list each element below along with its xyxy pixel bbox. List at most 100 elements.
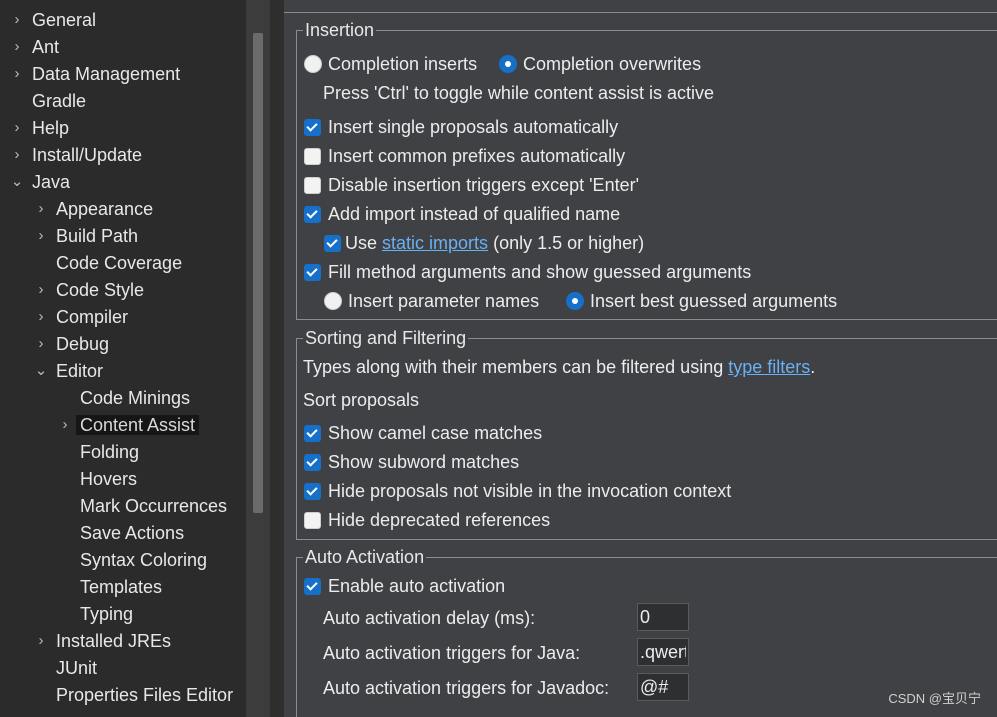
chevron-down-icon[interactable]: ⌄ — [34, 358, 48, 384]
chevron-right-icon[interactable]: › — [34, 331, 48, 357]
param-names-label[interactable]: Insert parameter names — [348, 288, 539, 314]
tree-item-help[interactable]: › Help — [15, 115, 70, 141]
type-filters-row: Types along with their members can be fi… — [303, 354, 815, 380]
hide-not-visible-checkbox[interactable] — [304, 483, 321, 500]
tree-item-typing[interactable]: Typing — [80, 601, 133, 627]
chevron-right-icon[interactable]: › — [10, 7, 24, 33]
preferences-tree: › General › Ant › Data Management Gradle › Help ›… — [0, 0, 246, 717]
type-filters-link[interactable]: type filters — [728, 357, 810, 377]
tree-item-code-style[interactable]: › Code Style — [39, 277, 145, 303]
tree-item-label: Save Actions — [80, 523, 185, 543]
tree-item-gradle[interactable]: Gradle — [32, 88, 86, 114]
fill-args-checkbox[interactable] — [304, 264, 321, 281]
tree-item-templates[interactable]: Templates — [80, 574, 162, 600]
types-suffix: . — [810, 357, 816, 377]
add-import-checkbox[interactable] — [304, 206, 321, 223]
java-triggers-input[interactable] — [637, 638, 689, 666]
insert-single-label[interactable]: Insert single proposals automatically — [328, 114, 618, 140]
camel-case-checkbox[interactable] — [304, 425, 321, 442]
tree-item-installed-jres[interactable]: › Installed JREs — [39, 628, 172, 654]
completion-inserts-radio[interactable] — [304, 55, 322, 73]
disable-triggers-checkbox[interactable] — [304, 177, 321, 194]
tree-item-label: Code Coverage — [56, 253, 183, 273]
completion-overwrites-radio[interactable] — [499, 55, 517, 73]
tree-item-label: Code Minings — [80, 388, 191, 408]
tree-item-label: Code Style — [56, 280, 145, 300]
chevron-right-icon[interactable]: › — [34, 277, 48, 303]
static-imports-checkbox[interactable] — [324, 235, 341, 252]
tree-item-data-management[interactable]: › Data Management — [15, 61, 181, 87]
tree-item-content-assist[interactable]: › Content Assist — [63, 412, 200, 438]
use-label[interactable]: Use — [345, 233, 377, 253]
chevron-right-icon[interactable]: › — [10, 34, 24, 60]
tree-item-build-path[interactable]: › Build Path — [39, 223, 139, 249]
add-import-label[interactable]: Add import instead of qualified name — [328, 201, 620, 227]
tree-item-label: Help — [32, 118, 70, 138]
tree-item-install-update[interactable]: › Install/Update — [15, 142, 143, 168]
tree-item-label: General — [32, 10, 97, 30]
tree-item-label: Typing — [80, 604, 134, 624]
tree-item-properties-files-editor[interactable]: Properties Files Editor — [56, 682, 233, 708]
tree-item-label: Debug — [56, 334, 110, 354]
disable-triggers-label[interactable]: Disable insertion triggers except 'Enter… — [328, 172, 639, 198]
tree-item-hovers[interactable]: Hovers — [80, 466, 137, 492]
static-imports-link[interactable]: static imports — [382, 233, 488, 253]
header-divider — [284, 12, 997, 13]
delay-input[interactable] — [637, 603, 689, 631]
insert-prefixes-checkbox[interactable] — [304, 148, 321, 165]
tree-item-label: Data Management — [32, 64, 181, 84]
tree-item-ant[interactable]: › Ant — [15, 34, 60, 60]
param-names-radio[interactable] — [324, 292, 342, 310]
tree-item-debug[interactable]: › Debug — [39, 331, 110, 357]
enable-auto-activation-label[interactable]: Enable auto activation — [328, 573, 505, 599]
chevron-right-icon[interactable]: › — [34, 223, 48, 249]
tree-item-mark-occurrences[interactable]: Mark Occurrences — [80, 493, 227, 519]
subword-label[interactable]: Show subword matches — [328, 449, 519, 475]
chevron-right-icon[interactable]: › — [34, 304, 48, 330]
best-guessed-radio[interactable] — [566, 292, 584, 310]
chevron-right-icon[interactable]: › — [34, 628, 48, 654]
static-imports-row: Use static imports (only 1.5 or higher) — [345, 230, 644, 256]
tree-item-general[interactable]: › General — [15, 7, 97, 33]
hide-deprecated-checkbox[interactable] — [304, 512, 321, 529]
chevron-right-icon[interactable]: › — [10, 142, 24, 168]
enable-auto-activation-checkbox[interactable] — [304, 578, 321, 595]
watermark: CSDN @宝贝宁 — [888, 691, 981, 706]
chevron-right-icon[interactable]: › — [58, 412, 72, 438]
best-guessed-label[interactable]: Insert best guessed arguments — [590, 288, 837, 314]
static-imports-suffix: (only 1.5 or higher) — [493, 233, 645, 253]
chevron-right-icon[interactable]: › — [10, 115, 24, 141]
content-assist-page: Insertion Completion inserts Completion … — [284, 0, 997, 717]
camel-case-label[interactable]: Show camel case matches — [328, 420, 542, 446]
tree-item-syntax-coloring[interactable]: Syntax Coloring — [80, 547, 207, 573]
insert-single-checkbox[interactable] — [304, 119, 321, 136]
chevron-right-icon[interactable]: › — [10, 61, 24, 87]
tree-item-folding[interactable]: Folding — [80, 439, 139, 465]
chevron-right-icon[interactable]: › — [34, 196, 48, 222]
tree-item-label: Gradle — [32, 91, 87, 111]
subword-checkbox[interactable] — [304, 454, 321, 471]
tree-item-junit[interactable]: JUnit — [56, 655, 97, 681]
tree-item-label: Folding — [80, 442, 140, 462]
completion-overwrites-label[interactable]: Completion overwrites — [523, 51, 701, 77]
chevron-down-icon[interactable]: ⌄ — [10, 169, 24, 195]
tree-item-label: Editor — [56, 361, 104, 381]
javadoc-triggers-input[interactable] — [637, 673, 689, 701]
tree-item-save-actions[interactable]: Save Actions — [80, 520, 184, 546]
splitter[interactable] — [270, 0, 284, 717]
toggle-hint: Press 'Ctrl' to toggle while content ass… — [323, 83, 715, 103]
hide-deprecated-label[interactable]: Hide deprecated references — [328, 507, 550, 533]
tree-item-code-coverage[interactable]: Code Coverage — [56, 250, 182, 276]
tree-scrollbar-thumb[interactable] — [253, 33, 263, 513]
hide-not-visible-label[interactable]: Hide proposals not visible in the invoca… — [328, 478, 731, 504]
tree-item-appearance[interactable]: › Appearance — [39, 196, 154, 222]
tree-item-java[interactable]: ⌄ Java — [11, 169, 70, 195]
fill-args-label[interactable]: Fill method arguments and show guessed a… — [328, 259, 751, 285]
tree-item-editor[interactable]: ⌄ Editor — [35, 358, 104, 384]
completion-inserts-label[interactable]: Completion inserts — [328, 51, 477, 77]
tree-item-code-minings[interactable]: Code Minings — [80, 385, 190, 411]
insert-prefixes-label[interactable]: Insert common prefixes automatically — [328, 143, 625, 169]
tree-item-compiler[interactable]: › Compiler — [39, 304, 129, 330]
tree-item-label: Templates — [80, 577, 163, 597]
delay-label: Auto activation delay (ms): — [323, 608, 536, 628]
